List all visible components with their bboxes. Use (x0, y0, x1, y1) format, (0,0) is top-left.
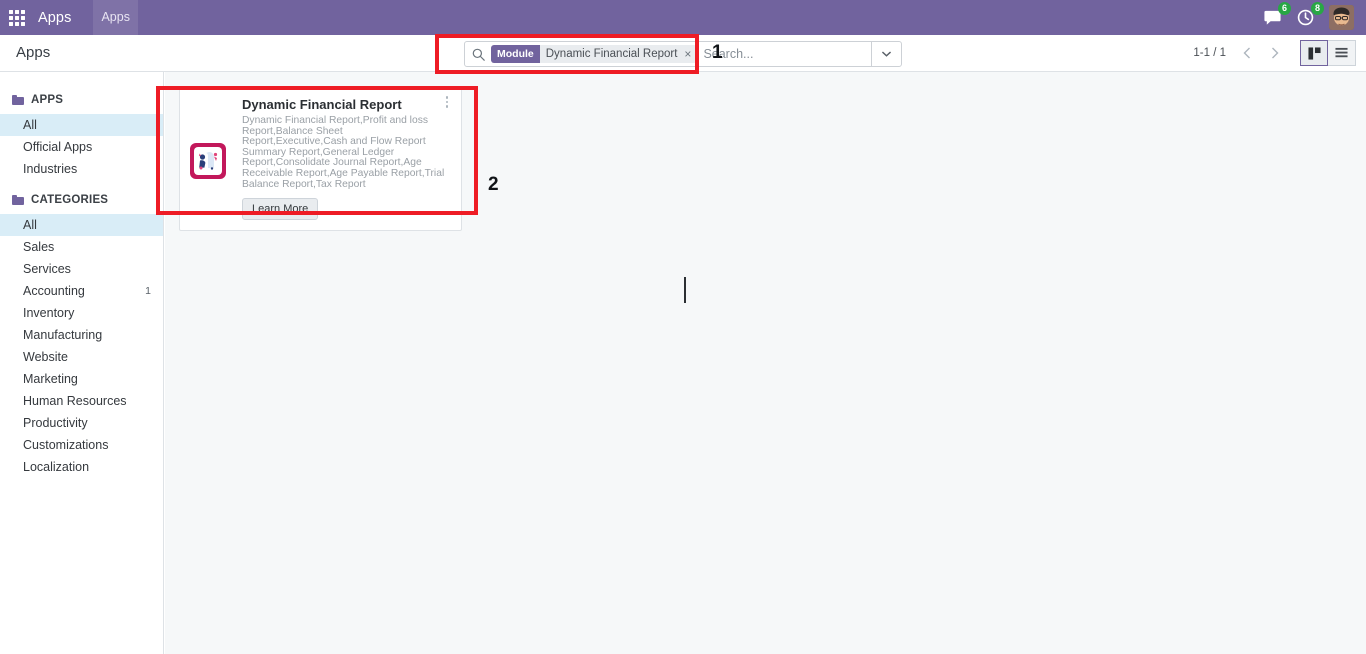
messages-menu[interactable]: 6 (1263, 8, 1282, 27)
user-avatar-image (1329, 5, 1354, 30)
sidebar-item-industries[interactable]: Industries (0, 158, 163, 180)
sidebar-item-count: 1 (145, 285, 151, 297)
navbar-menu-apps[interactable]: Apps (93, 0, 138, 35)
navbar-systray: 6 8 (1263, 5, 1358, 30)
sidebar-item-label: Manufacturing (23, 328, 102, 342)
app-card-description: Dynamic Financial Report,Profit and loss… (242, 116, 445, 190)
sidebar-item-inventory[interactable]: Inventory (0, 302, 163, 324)
sidebar-spacer (0, 180, 163, 194)
sidebar-item-official-apps[interactable]: Official Apps (0, 136, 163, 158)
sidebar-item-label: Website (23, 350, 68, 364)
breadcrumb[interactable]: Apps (16, 44, 50, 61)
apps-grid-icon[interactable] (6, 7, 28, 29)
app-icon-column (190, 97, 228, 220)
search-facet-module[interactable]: Module Dynamic Financial Report × (491, 45, 697, 63)
chevron-down-icon (882, 51, 891, 57)
avatar[interactable] (1329, 5, 1354, 30)
sidebar-item-services[interactable]: Services (0, 258, 163, 280)
search-facet-label: Module (491, 45, 540, 63)
app-card-body: Dynamic Financial Report Dynamic Financi… (228, 97, 451, 220)
sidebar-item-label: Sales (23, 240, 54, 254)
search-icon (465, 48, 491, 61)
app-card-title: Dynamic Financial Report (242, 97, 445, 113)
pager-next-button[interactable] (1262, 40, 1288, 66)
search-facet-remove-icon[interactable]: × (682, 45, 697, 63)
sidebar-item-human-resources[interactable]: Human Resources (0, 390, 163, 412)
view-switcher-list-button[interactable] (1328, 40, 1356, 66)
app-card-dynamic-financial-report[interactable]: Dynamic Financial Report Dynamic Financi… (179, 86, 462, 231)
sidebar: APPS All Official Apps Industries CATEGO… (0, 72, 164, 654)
sidebar-item-productivity[interactable]: Productivity (0, 412, 163, 434)
control-panel: Apps Module Dynamic Financial Report × 1… (0, 35, 1366, 72)
messages-count-badge: 6 (1278, 2, 1291, 15)
sidebar-section-categories: CATEGORIES (0, 194, 163, 206)
search-facet-value: Dynamic Financial Report (540, 45, 683, 63)
folder-icon (12, 195, 24, 205)
kanban-content-area: Dynamic Financial Report Dynamic Financi… (165, 72, 1366, 654)
sidebar-item-apps-all[interactable]: All (0, 114, 163, 136)
sidebar-item-label: All (23, 218, 37, 232)
sidebar-item-manufacturing[interactable]: Manufacturing (0, 324, 163, 346)
view-switcher-kanban-button[interactable] (1300, 40, 1328, 66)
activities-count-badge: 8 (1311, 2, 1324, 15)
pager-range: 1-1 / 1 (1193, 47, 1226, 59)
navbar-brand[interactable]: Apps (38, 10, 71, 26)
chevron-left-icon (1243, 47, 1251, 59)
sidebar-item-label: Customizations (23, 438, 108, 452)
activities-menu[interactable]: 8 (1296, 8, 1315, 27)
sidebar-item-sales[interactable]: Sales (0, 236, 163, 258)
chevron-right-icon (1271, 47, 1279, 59)
sidebar-item-label: Inventory (23, 306, 74, 320)
learn-more-button[interactable]: Learn More (242, 198, 318, 220)
dynamic-financial-report-icon (190, 143, 226, 179)
search-view[interactable]: Module Dynamic Financial Report × (464, 41, 902, 67)
sidebar-item-label: Human Resources (23, 394, 127, 408)
kanban-view-icon (1308, 47, 1321, 60)
app-icon-art (190, 143, 226, 179)
top-navbar: Apps Apps 6 8 (0, 0, 1366, 35)
sidebar-item-accounting[interactable]: Accounting 1 (0, 280, 163, 302)
sidebar-item-website[interactable]: Website (0, 346, 163, 368)
folder-icon (12, 95, 24, 105)
sidebar-item-marketing[interactable]: Marketing (0, 368, 163, 390)
pager-previous-button[interactable] (1234, 40, 1260, 66)
text-cursor-caret (684, 277, 686, 303)
search-dropdown-toggle[interactable] (871, 42, 901, 66)
sidebar-section-apps: APPS (0, 94, 163, 106)
sidebar-item-label: Official Apps (23, 140, 92, 154)
sidebar-item-label: Marketing (23, 372, 78, 386)
sidebar-item-label: Accounting (23, 284, 85, 298)
vertical-dots-icon[interactable] (440, 94, 454, 110)
view-switcher (1300, 40, 1356, 66)
sidebar-item-label: Services (23, 262, 71, 276)
sidebar-item-label: Productivity (23, 416, 88, 430)
sidebar-section-apps-title: APPS (31, 94, 63, 106)
sidebar-item-label: All (23, 118, 37, 132)
sidebar-item-label: Localization (23, 460, 89, 474)
sidebar-item-categories-all[interactable]: All (0, 214, 163, 236)
list-view-icon (1335, 47, 1348, 60)
sidebar-item-customizations[interactable]: Customizations (0, 434, 163, 456)
sidebar-item-label: Industries (23, 162, 77, 176)
sidebar-item-localization[interactable]: Localization (0, 456, 163, 478)
search-input[interactable] (703, 42, 871, 66)
sidebar-section-categories-title: CATEGORIES (31, 194, 108, 206)
control-panel-right: 1-1 / 1 (1193, 40, 1356, 66)
